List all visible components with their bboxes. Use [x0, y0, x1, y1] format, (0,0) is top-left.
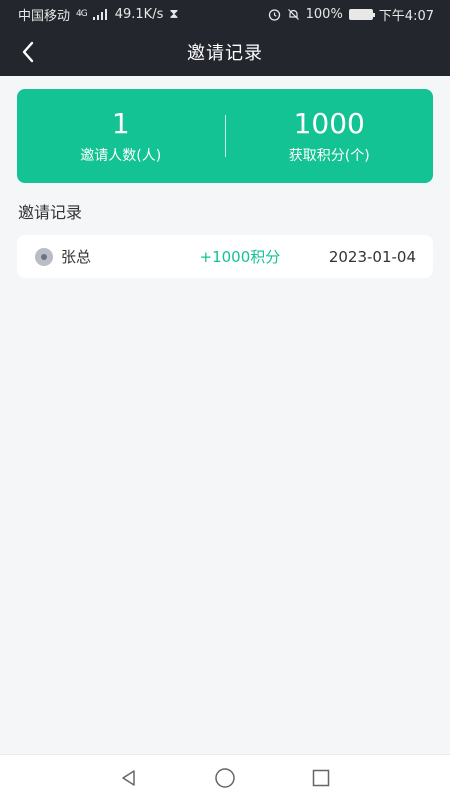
battery-icon [348, 8, 375, 20]
invite-record-list: 张总 +1000积分 2023-01-04 [17, 235, 433, 278]
points-earned-label: 获取积分(个) [288, 148, 370, 164]
points-earned-stat: 1000 获取积分(个) [226, 107, 434, 165]
mute-bell-icon [287, 8, 299, 20]
network-speed: 49.1K/s [114, 6, 164, 22]
nav-recent-button[interactable] [273, 755, 369, 800]
network-type: 4G [76, 9, 88, 19]
triangle-back-icon [122, 769, 135, 786]
record-points: +1000积分 [199, 248, 281, 266]
status-left: 中国移动 4G 49.1K/s ⧗ [18, 5, 178, 24]
clock-time: 下午4:07 [378, 8, 434, 24]
record-date: 2023-01-04 [328, 247, 416, 266]
status-right: 100% 下午4:07 [268, 5, 434, 24]
avatar [35, 247, 53, 266]
back-button[interactable] [12, 36, 44, 68]
section-title: 邀请记录 [18, 203, 83, 222]
stats-card: 1 邀请人数(人) 1000 获取积分(个) [17, 89, 433, 183]
invited-count-label: 邀请人数(人) [80, 148, 162, 164]
signal-icon [92, 8, 107, 20]
carrier-name: 中国移动 [18, 8, 71, 24]
record-name: 张总 [61, 248, 92, 266]
alarm-icon [268, 8, 280, 21]
nav-home-button[interactable] [177, 755, 273, 800]
invited-count-value: 1 [111, 107, 130, 140]
points-earned-value: 1000 [293, 107, 365, 140]
chevron-left-icon [22, 41, 34, 63]
nav-back-button[interactable] [81, 755, 177, 800]
hourglass-icon: ⧗ [169, 6, 179, 22]
battery-percent: 100% [305, 6, 343, 22]
list-item[interactable]: 张总 +1000积分 2023-01-04 [17, 235, 433, 278]
page-title: 邀请记录 [187, 43, 263, 64]
status-bar: 中国移动 4G 49.1K/s ⧗ 100% 下午4:07 [0, 0, 450, 28]
title-bar: 邀请记录 [0, 28, 450, 76]
circle-home-icon [215, 767, 235, 788]
square-recent-icon [312, 769, 330, 786]
system-nav-bar [0, 754, 450, 800]
invited-count-stat: 1 邀请人数(人) [17, 107, 225, 165]
